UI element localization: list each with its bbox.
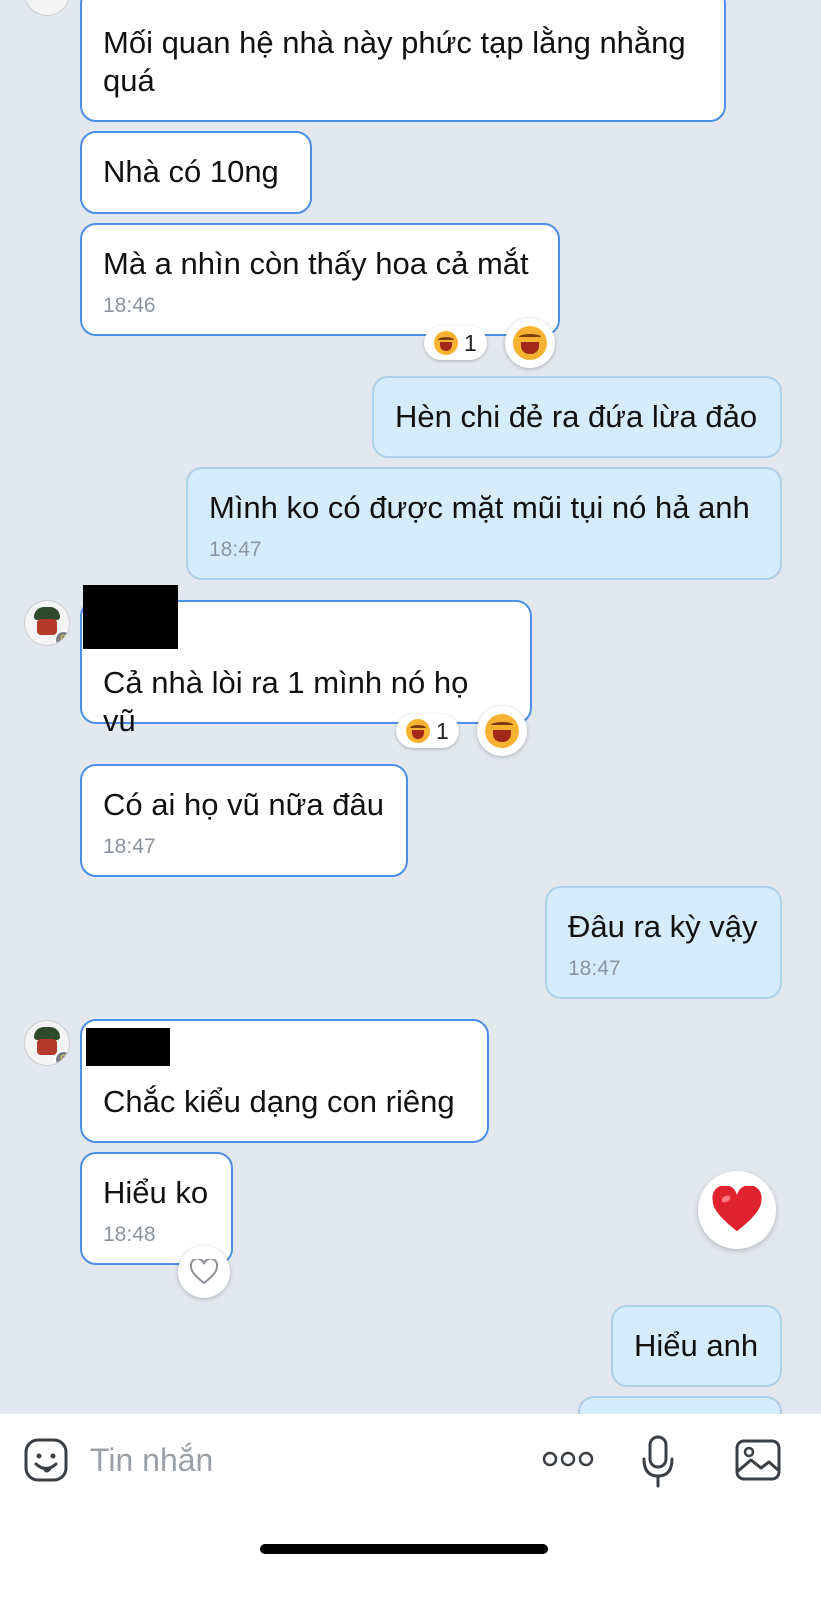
message-text: Hèn chi đẻ ra đứa lừa đảo bbox=[395, 399, 758, 434]
laugh-emoji-icon bbox=[434, 331, 458, 355]
message-text: Đâu ra kỳ vậy bbox=[568, 909, 758, 944]
laugh-emoji-icon bbox=[406, 719, 430, 743]
message-time: 18:46 bbox=[103, 294, 156, 317]
image-icon[interactable] bbox=[734, 1438, 782, 1482]
message-time: 18:48 bbox=[103, 1223, 156, 1246]
sender-avatar[interactable]: ⚲ bbox=[24, 1020, 70, 1066]
reaction-button[interactable] bbox=[505, 318, 555, 368]
heart-icon bbox=[712, 1186, 762, 1232]
sender-avatar[interactable]: ⚲ bbox=[24, 600, 70, 646]
message-time: 18:47 bbox=[568, 957, 621, 980]
message-time: 18:47 bbox=[209, 538, 262, 561]
message-text: Mà a nhìn còn thấy hoa cả mắt bbox=[103, 246, 529, 281]
message-bubble-incoming[interactable]: Có ai họ vũ nữa đâu 18:47 bbox=[80, 764, 408, 877]
chat-messages[interactable]: Mối quan hệ nhà này phức tạp lằng nhằng … bbox=[0, 0, 821, 1442]
sticker-icon[interactable] bbox=[22, 1436, 70, 1484]
message-bubble-outgoing[interactable]: Hèn chi đẻ ra đứa lừa đảo bbox=[372, 376, 782, 458]
key-icon: ⚲ bbox=[54, 1050, 69, 1065]
reaction-button[interactable] bbox=[477, 706, 527, 756]
more-icon[interactable] bbox=[542, 1448, 594, 1470]
redacted-sender-name bbox=[83, 585, 178, 649]
laugh-emoji-icon bbox=[485, 714, 519, 748]
message-time: 18:47 bbox=[103, 835, 156, 858]
message-bubble-outgoing[interactable]: Hiểu anh bbox=[611, 1305, 782, 1387]
message-text: Có ai họ vũ nữa đâu bbox=[103, 787, 384, 822]
message-composer: Tin nhắn bbox=[0, 1414, 821, 1600]
message-bubble-outgoing[interactable]: Mình ko có được mặt mũi tụi nó hả anh 18… bbox=[186, 467, 782, 580]
redacted-sender-name bbox=[86, 1028, 170, 1066]
reaction-count: 1 bbox=[464, 329, 477, 356]
message-bubble-incoming[interactable]: Mà a nhìn còn thấy hoa cả mắt 18:46 bbox=[80, 223, 560, 336]
laugh-emoji-icon bbox=[513, 326, 547, 360]
heart-outline-icon bbox=[190, 1259, 218, 1285]
microphone-icon[interactable] bbox=[640, 1434, 676, 1490]
message-bubble-incoming[interactable]: Mối quan hệ nhà này phức tạp lằng nhằng … bbox=[80, 0, 726, 122]
message-text: Mình ko có được mặt mũi tụi nó hả anh bbox=[209, 490, 750, 525]
message-text: Mối quan hệ nhà này phức tạp lằng nhằng … bbox=[103, 25, 686, 98]
reaction-summary[interactable]: 1 bbox=[424, 326, 487, 360]
home-indicator[interactable] bbox=[260, 1544, 548, 1554]
key-icon: ⚲ bbox=[54, 630, 69, 645]
heart-reaction-button[interactable] bbox=[178, 1246, 230, 1298]
reaction-count: 1 bbox=[436, 717, 449, 744]
reaction-summary[interactable]: 1 bbox=[396, 714, 459, 748]
message-text: Hiểu ko bbox=[103, 1175, 209, 1210]
sender-avatar[interactable] bbox=[24, 0, 70, 16]
message-input[interactable]: Tin nhắn bbox=[90, 1440, 213, 1480]
message-text: Chắc kiểu dạng con riêng bbox=[103, 1084, 455, 1119]
message-text: Nhà có 10ng bbox=[103, 154, 279, 189]
message-bubble-outgoing[interactable]: Đâu ra kỳ vậy 18:47 bbox=[545, 886, 782, 999]
message-text: Hiểu anh bbox=[634, 1328, 759, 1363]
message-bubble-incoming[interactable]: Nhà có 10ng bbox=[80, 131, 312, 214]
heart-reaction-button[interactable] bbox=[698, 1171, 776, 1249]
